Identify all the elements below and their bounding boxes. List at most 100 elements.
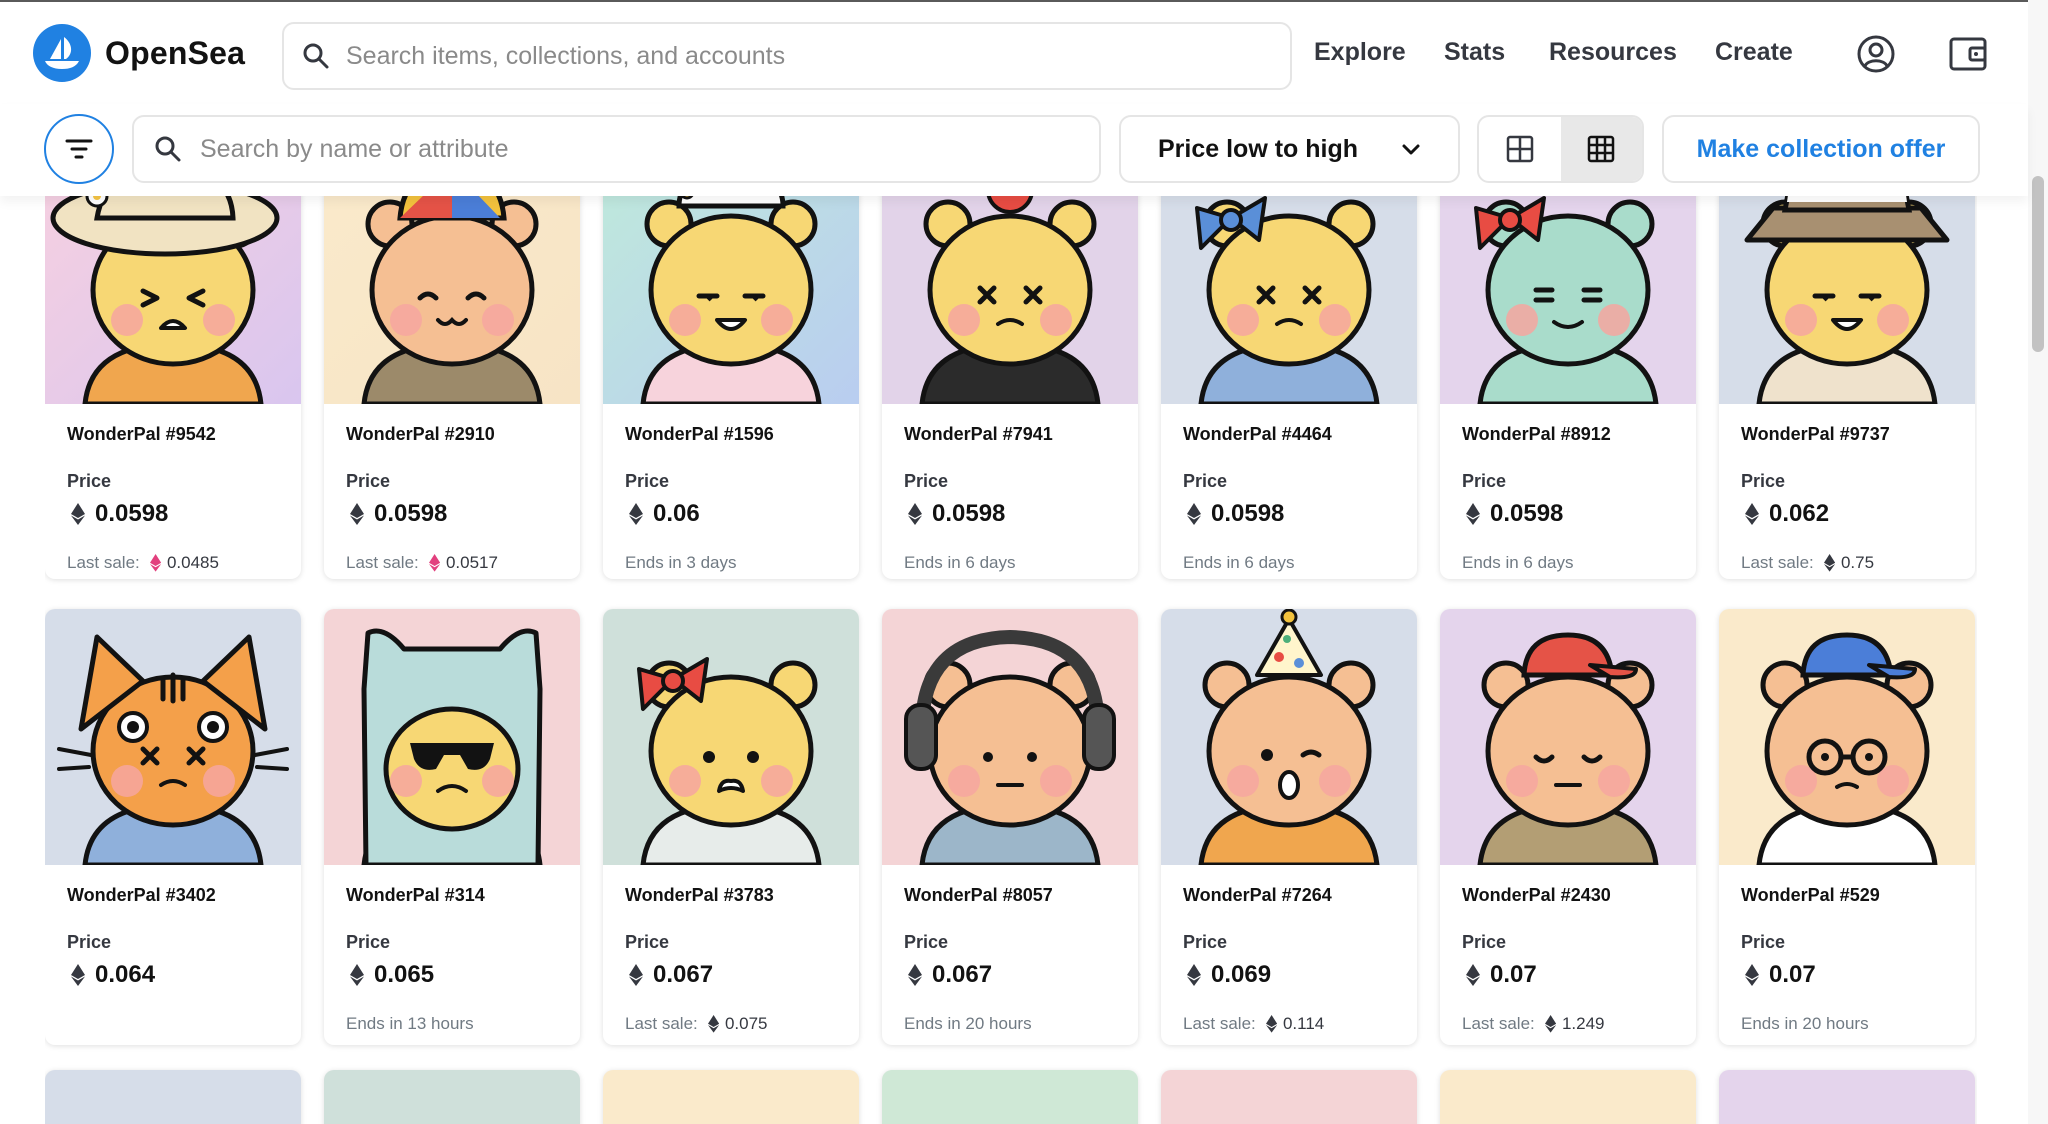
nft-image[interactable] [603, 609, 859, 865]
nft-name[interactable]: WonderPal #8057 [904, 885, 1116, 906]
nft-name[interactable]: WonderPal #7941 [904, 424, 1116, 445]
nft-card-partial[interactable] [1440, 1070, 1696, 1124]
nft-card-partial[interactable] [324, 1070, 580, 1124]
nft-price: 0.069 [1183, 961, 1395, 989]
nft-name[interactable]: WonderPal #2430 [1462, 885, 1674, 906]
nft-card-partial[interactable] [1719, 1070, 1975, 1124]
nft-image[interactable] [1161, 196, 1417, 404]
price-label: Price [346, 932, 391, 952]
opensea-logo[interactable]: OpenSea [33, 24, 245, 82]
card-footer: Ends in 20 hours [1741, 1013, 1953, 1035]
nav-create[interactable]: Create [1715, 38, 1793, 67]
nft-card[interactable]: WonderPal #2430 Price 0.07 Last sale: 1.2… [1440, 609, 1696, 1045]
auction-ends-label: Ends in 6 days [1183, 553, 1295, 572]
nft-card-partial[interactable] [45, 1070, 301, 1124]
ethereum-icon [1187, 503, 1201, 525]
price-label: Price [1741, 932, 1786, 952]
global-search-input[interactable]: Search items, collections, and accounts [282, 22, 1292, 90]
scrollbar-thumb[interactable] [2032, 176, 2044, 352]
sort-dropdown[interactable]: Price low to high [1119, 115, 1460, 183]
nft-image[interactable] [1161, 609, 1417, 865]
nft-image[interactable] [45, 609, 301, 865]
top-navbar: OpenSea Search items, collections, and a… [0, 0, 2028, 104]
nft-name[interactable]: WonderPal #3402 [67, 885, 279, 906]
ethereum-icon [1745, 964, 1759, 986]
nft-name[interactable]: WonderPal #2910 [346, 424, 558, 445]
wallet-icon[interactable] [1946, 32, 1990, 76]
last-sale-price: 1.249 [1561, 1014, 1605, 1033]
nft-card[interactable]: WonderPal #7264 Price 0.069 Last sale: 0.… [1161, 609, 1417, 1045]
make-collection-offer-button[interactable]: Make collection offer [1662, 115, 1980, 183]
price-label: Price [1462, 471, 1507, 491]
attribute-search-input[interactable]: Search by name or attribute [132, 115, 1101, 183]
nft-card[interactable]: WonderPal #9737 Price 0.062 Last sale: 0.… [1719, 196, 1975, 579]
nft-image[interactable] [324, 609, 580, 865]
price-value: 0.07 [1490, 961, 1537, 988]
nft-image[interactable] [45, 196, 301, 404]
nft-image[interactable] [1719, 196, 1975, 404]
nft-card[interactable]: WonderPal #8912 Price 0.0598 Ends in 6 d… [1440, 196, 1696, 579]
price-label: Price [67, 932, 112, 952]
account-icon[interactable] [1854, 32, 1898, 76]
nft-card[interactable]: WonderPal #4464 Price 0.0598 Ends in 6 d… [1161, 196, 1417, 579]
nft-image[interactable] [882, 196, 1138, 404]
opensea-boat-icon [33, 24, 91, 82]
card-footer: Ends in 6 days [1462, 552, 1674, 574]
nft-card[interactable]: WonderPal #314 Price 0.065 Ends in 13 ho… [324, 609, 580, 1045]
nav-stats[interactable]: Stats [1444, 38, 1505, 67]
small-grid-view-button[interactable] [1560, 117, 1642, 181]
nft-card[interactable]: WonderPal #9542 Price 0.0598 Last sale: 0… [45, 196, 301, 579]
ethereum-icon [629, 964, 643, 986]
nft-name[interactable]: WonderPal #529 [1741, 885, 1953, 906]
price-value: 0.067 [932, 961, 993, 988]
page-scrollbar[interactable] [2028, 0, 2048, 1124]
filter-toggle-button[interactable] [44, 114, 114, 184]
nft-price: 0.06 [625, 500, 837, 528]
nft-card-partial[interactable] [1161, 1070, 1417, 1124]
auction-ends-label: Ends in 3 days [625, 553, 737, 572]
nav-resources[interactable]: Resources [1549, 38, 1677, 67]
nft-image[interactable] [324, 196, 580, 404]
nft-card[interactable]: WonderPal #8057 Price 0.067 Ends in 20 h… [882, 609, 1138, 1045]
nft-price: 0.0598 [1183, 500, 1395, 528]
auction-ends-label: Ends in 20 hours [904, 1014, 1032, 1033]
nft-name[interactable]: WonderPal #4464 [1183, 424, 1395, 445]
nft-card-partial[interactable] [882, 1070, 1138, 1124]
card-footer: Ends in 6 days [1183, 552, 1395, 574]
nft-name[interactable]: WonderPal #7264 [1183, 885, 1395, 906]
large-grid-view-button[interactable] [1479, 117, 1561, 181]
nft-card[interactable]: WonderPal #3402 Price 0.064 [45, 609, 301, 1045]
nft-name[interactable]: WonderPal #314 [346, 885, 558, 906]
price-label: Price [904, 471, 949, 491]
nft-name[interactable]: WonderPal #8912 [1462, 424, 1674, 445]
last-sale-label: Last sale: [1741, 553, 1814, 572]
nft-name[interactable]: WonderPal #9737 [1741, 424, 1953, 445]
price-label: Price [904, 932, 949, 952]
ethereum-icon [1466, 503, 1480, 525]
large-grid-icon [1506, 135, 1533, 163]
price-value: 0.069 [1211, 961, 1272, 988]
card-footer: Last sale: 0.0485 [67, 552, 279, 574]
nft-card[interactable]: WonderPal #1596 Price 0.06 Ends in 3 day… [603, 196, 859, 579]
nft-image[interactable] [603, 196, 859, 404]
last-sale-label: Last sale: [67, 553, 140, 572]
collection-filter-bar: Search by name or attribute Price low to… [0, 104, 2028, 196]
nft-card[interactable]: WonderPal #2910 Price 0.0598 Last sale: 0… [324, 196, 580, 579]
nft-name[interactable]: WonderPal #3783 [625, 885, 837, 906]
nft-card[interactable]: WonderPal #529 Price 0.07 Ends in 20 hou… [1719, 609, 1975, 1045]
nft-price: 0.065 [346, 961, 558, 989]
nft-card[interactable]: WonderPal #7941 Price 0.0598 Ends in 6 d… [882, 196, 1138, 579]
nft-card-partial[interactable] [603, 1070, 859, 1124]
nav-explore[interactable]: Explore [1314, 38, 1406, 67]
nft-image[interactable] [1719, 609, 1975, 865]
price-value: 0.06 [653, 500, 700, 527]
auction-ends-label: Ends in 20 hours [1741, 1014, 1869, 1033]
nft-name[interactable]: WonderPal #1596 [625, 424, 837, 445]
nft-image[interactable] [1440, 609, 1696, 865]
nft-image[interactable] [882, 609, 1138, 865]
price-label: Price [625, 471, 670, 491]
card-footer [67, 1013, 279, 1035]
nft-card[interactable]: WonderPal #3783 Price 0.067 Last sale: 0.… [603, 609, 859, 1045]
nft-image[interactable] [1440, 196, 1696, 404]
nft-name[interactable]: WonderPal #9542 [67, 424, 279, 445]
